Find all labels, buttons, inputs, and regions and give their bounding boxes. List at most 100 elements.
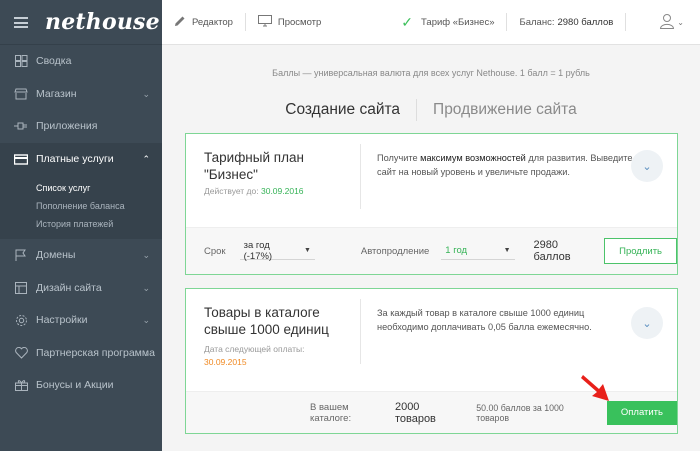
user-icon: [659, 13, 675, 32]
valid-until-date: 30.09.2016: [260, 186, 304, 196]
sidebar: nethouse Сводка Магазин ⌄ Приложения Пла…: [0, 0, 162, 451]
desc-bold: максимум возможностей: [420, 153, 526, 163]
sidebar-item-apps[interactable]: Приложения: [0, 110, 162, 143]
layout-icon: [14, 281, 28, 294]
expand-button[interactable]: ⌄: [631, 307, 663, 339]
term-value: за год (-17%): [243, 239, 273, 262]
divider: [625, 13, 627, 31]
sidebar-item-label: Платные услуги: [36, 152, 114, 165]
sidebar-item-label: Дизайн сайта: [36, 281, 102, 294]
user-menu[interactable]: ⌄: [659, 13, 700, 32]
card-title: Тарифный план "Бизнес": [204, 150, 304, 182]
checkmark-icon: ✓: [401, 13, 414, 30]
catalog-label: В вашем каталоге:: [310, 401, 352, 424]
preview-label: Просмотр: [277, 16, 322, 28]
renew-select[interactable]: 1 год ▼: [441, 242, 515, 260]
card-icon: [14, 153, 28, 165]
points-hint: Баллы — универсальная валюта для всех ус…: [272, 68, 590, 78]
next-payment-date: 30.09.2015: [204, 357, 247, 367]
chevron-down-icon: ⌄: [677, 17, 684, 27]
hamburger-icon[interactable]: [14, 17, 28, 28]
valid-until-label: Действует до:: [204, 186, 259, 196]
renew-button[interactable]: Продлить: [604, 238, 677, 264]
caret-down-icon: ▼: [303, 247, 311, 254]
sidebar-item-label: Сводка: [36, 55, 72, 68]
chevron-down-icon: ⌄: [642, 317, 652, 330]
chevron-down-icon: ⌄: [142, 88, 150, 99]
sidebar-item-partner-program[interactable]: Партнерская программа ⌄: [0, 337, 162, 370]
main-content: Баллы — универсальная валюта для всех ус…: [162, 45, 700, 451]
balance-label: Баланс:: [519, 16, 555, 28]
sidebar-nav-secondary: Домены ⌄ Дизайн сайта ⌄ Настройки ⌄ Парт…: [0, 239, 162, 402]
sidebar-header: nethouse: [0, 0, 162, 45]
next-payment-label: Дата следующей оплаты:: [204, 344, 305, 354]
service-card-tariff: Тарифный план "Бизнес" Действует до: 30.…: [185, 133, 678, 275]
valid-until: Действует до: 30.09.2016: [204, 186, 304, 196]
flag-icon: [14, 249, 28, 262]
catalog-value: 2000 товаров: [394, 400, 436, 425]
tab-site-creation[interactable]: Создание сайта: [269, 101, 416, 119]
divider: [360, 144, 361, 209]
store-icon: [14, 88, 28, 100]
sidebar-item-settings[interactable]: Настройки ⌄: [0, 304, 162, 337]
logo[interactable]: nethouse: [45, 9, 160, 35]
sidebar-item-label: Настройки: [36, 314, 88, 327]
tabs: Создание сайта Продвижение сайта: [162, 99, 700, 121]
gift-icon: [14, 379, 28, 392]
squares-icon: [14, 55, 28, 68]
submenu-item-top-up[interactable]: Пополнение баланса: [0, 197, 162, 215]
sidebar-nav: Сводка Магазин ⌄ Приложения Платные услу…: [0, 45, 162, 175]
card-footer: Срок за год (-17%) ▼ Автопродление 1 год…: [186, 227, 677, 274]
tab-site-promotion[interactable]: Продвижение сайта: [417, 101, 593, 119]
paid-services-submenu: Список услуг Пополнение баланса История …: [0, 175, 162, 239]
sidebar-item-summary[interactable]: Сводка: [0, 45, 162, 78]
heart-icon: [14, 346, 28, 359]
rate: 50.00 баллов за 1000 товаров: [476, 402, 564, 423]
sidebar-item-bonuses[interactable]: Бонусы и Акции: [0, 369, 162, 402]
caret-down-icon: ▼: [503, 247, 511, 254]
plug-icon: [14, 120, 28, 132]
sidebar-item-design[interactable]: Дизайн сайта ⌄: [0, 272, 162, 305]
card-description: Получите максимум возможностей для разви…: [377, 151, 637, 179]
next-payment: Дата следующей оплаты: 30.09.2015: [204, 343, 304, 369]
monitor-icon: [257, 14, 272, 30]
balance-value: 2980 баллов: [557, 16, 614, 28]
sidebar-item-paid-services[interactable]: Платные услуги ⌃: [0, 142, 162, 175]
chevron-up-icon: ⌃: [142, 153, 150, 164]
red-arrow-icon: [581, 375, 609, 401]
price: 2980 баллов: [533, 239, 571, 263]
pencil-icon: [174, 15, 186, 30]
tariff-label: Тариф «Бизнес»: [421, 16, 495, 28]
chevron-down-icon: ⌄: [642, 160, 652, 173]
sidebar-item-label: Магазин: [36, 87, 77, 100]
pay-button[interactable]: Оплатить: [606, 400, 677, 425]
expand-button[interactable]: ⌄: [631, 150, 663, 182]
balance: Баланс: 2980 баллов: [507, 0, 625, 44]
chevron-down-icon: ⌄: [142, 315, 150, 325]
gear-icon: [14, 314, 28, 326]
chevron-down-icon: ⌄: [142, 250, 150, 260]
preview-button[interactable]: Просмотр: [246, 0, 333, 44]
divider: [360, 299, 361, 364]
sidebar-item-store[interactable]: Магазин ⌄: [0, 78, 162, 111]
tariff-status[interactable]: ✓ Тариф «Бизнес»: [389, 0, 506, 44]
submenu-item-payment-history[interactable]: История платежей: [0, 215, 162, 233]
card-title: Товары в каталоге свыше 1000 единиц: [204, 305, 329, 337]
chevron-down-icon: ⌄: [142, 347, 150, 358]
card-description: За каждый товар в каталоге свыше 1000 ед…: [377, 308, 592, 332]
sidebar-item-label: Бонусы и Акции: [36, 379, 114, 392]
renew-value: 1 год: [445, 245, 468, 256]
submenu-item-services-list[interactable]: Список услуг: [0, 179, 162, 197]
term-select[interactable]: за год (-17%) ▼: [239, 239, 315, 262]
renew-label: Автопродление: [360, 245, 430, 257]
editor-button[interactable]: Редактор: [162, 0, 245, 44]
sidebar-item-label: Приложения: [36, 120, 98, 133]
sidebar-item-domains[interactable]: Домены ⌄: [0, 239, 162, 272]
sidebar-item-label: Партнерская программа: [36, 346, 155, 359]
service-card-catalog: Товары в каталоге свыше 1000 единиц Дата…: [185, 288, 678, 434]
editor-label: Редактор: [192, 16, 233, 28]
term-label: Срок: [204, 245, 226, 257]
sidebar-item-label: Домены: [36, 249, 76, 262]
chevron-down-icon: ⌄: [142, 282, 150, 293]
desc-text: Получите: [377, 153, 418, 163]
